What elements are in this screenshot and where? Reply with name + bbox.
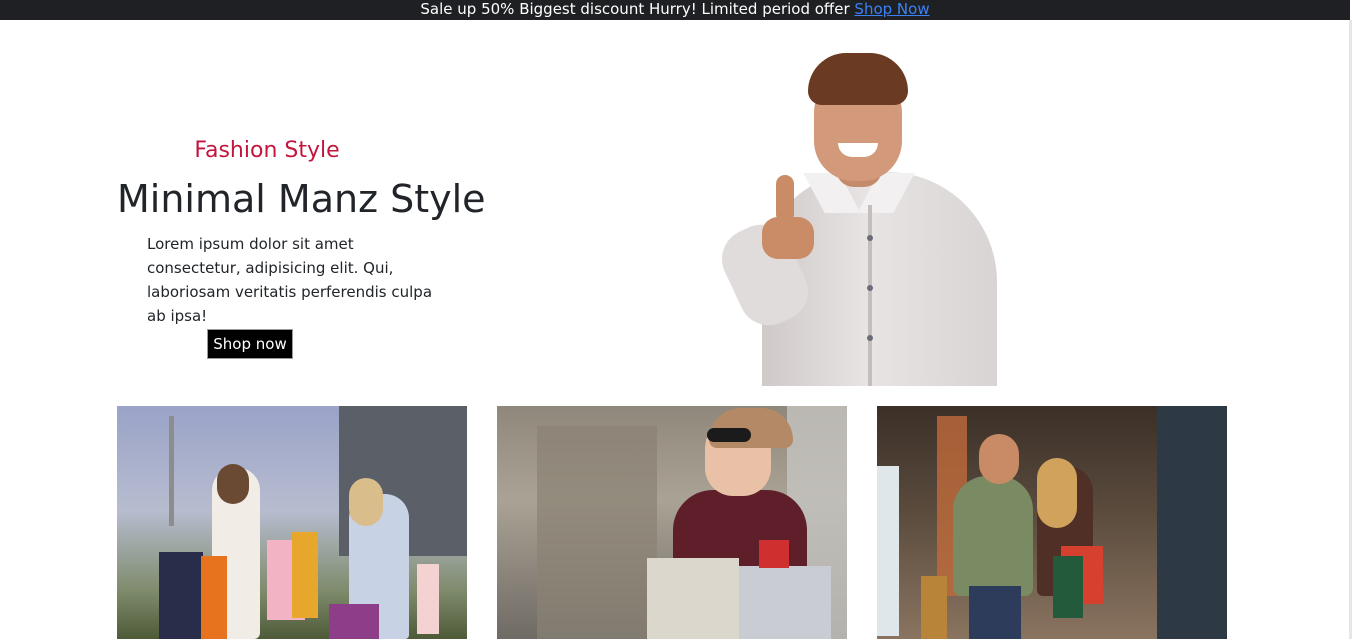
shirt-button: [867, 335, 873, 341]
shopping-bag: [739, 566, 831, 639]
shopping-bag: [1053, 556, 1083, 618]
shopping-bag: [159, 552, 203, 639]
lamp-post: [169, 416, 174, 526]
man-jeans: [969, 586, 1021, 639]
woman-right-hair: [349, 478, 383, 526]
fist: [762, 217, 814, 259]
shopping-bag: [201, 556, 227, 639]
display-kiosk: [877, 466, 899, 636]
sunglasses: [707, 428, 751, 442]
shirt-placket: [868, 205, 872, 386]
hero-image: [700, 45, 1020, 386]
shirt-button: [867, 285, 873, 291]
red-bag: [759, 540, 789, 568]
announcement-bar: Sale up 50% Biggest discount Hurry! Limi…: [0, 0, 1350, 20]
shopping-bag: [647, 558, 739, 639]
man-face: [979, 434, 1019, 484]
hero-title: Minimal Manz Style: [117, 177, 486, 221]
store-window: [1157, 406, 1227, 639]
product-card-woman-sunglasses[interactable]: [497, 406, 847, 639]
hair: [808, 53, 908, 105]
product-card-couple-shopping[interactable]: [877, 406, 1227, 639]
announcement-text: Sale up 50% Biggest discount Hurry! Limi…: [420, 0, 855, 18]
shirt-button: [867, 235, 873, 241]
blurred-background: [537, 426, 657, 639]
woman-left-hair: [217, 464, 249, 504]
hero-description: Lorem ipsum dolor sit amet consectetur, …: [147, 235, 433, 325]
man-sweater: [953, 476, 1033, 596]
product-card-women-shopping[interactable]: [117, 406, 467, 639]
shopping-bag: [292, 532, 318, 618]
shop-now-button[interactable]: Shop now: [207, 329, 293, 359]
shopping-bag: [417, 564, 439, 634]
thumb-up: [776, 175, 794, 223]
hero-eyebrow: Fashion Style: [194, 138, 340, 163]
shopping-bag: [921, 576, 947, 639]
woman-hair: [1037, 458, 1077, 528]
shopping-bag: [329, 604, 379, 639]
shop-now-link[interactable]: Shop Now: [854, 0, 929, 18]
